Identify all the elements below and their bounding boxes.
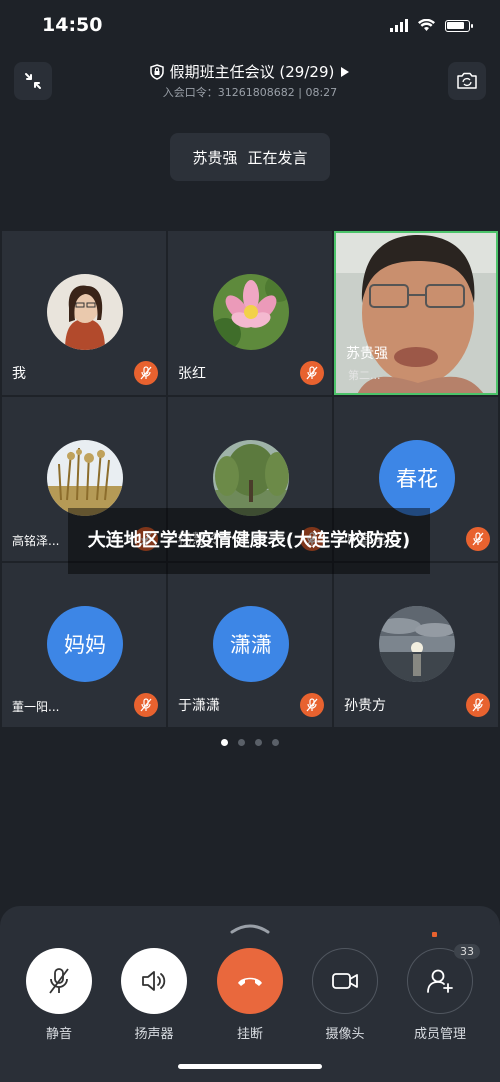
participant-name: 张红 bbox=[178, 366, 206, 382]
members-button[interactable]: 33 成员管理 bbox=[400, 944, 480, 1042]
participant-name: 孙贵方 bbox=[344, 698, 386, 714]
speaker-button[interactable]: 扬声器 bbox=[114, 948, 194, 1042]
muted-mic-icon bbox=[466, 527, 490, 551]
status-bar: 14:50 bbox=[0, 0, 500, 56]
speaker-label: 扬声器 bbox=[134, 1027, 174, 1042]
avatar bbox=[213, 274, 289, 350]
avatar: 潇潇 bbox=[213, 606, 289, 682]
participant-tile[interactable]: 我 bbox=[2, 231, 166, 395]
participant-name: 我 bbox=[12, 366, 26, 382]
meeting-title-row[interactable]: 假期班主任会议 (29/29) bbox=[0, 61, 500, 82]
video-camera-icon bbox=[332, 973, 358, 989]
participant-name: 高铭泽... bbox=[12, 534, 60, 548]
participant-name: 苏贵强 bbox=[346, 346, 388, 362]
participant-tile[interactable]: 孙贵方 bbox=[334, 563, 498, 727]
participant-tile[interactable]: 张红 bbox=[168, 231, 332, 395]
status-time: 14:50 bbox=[42, 14, 103, 36]
page-indicator[interactable] bbox=[0, 739, 500, 746]
avatar: 妈妈 bbox=[47, 606, 123, 682]
switch-camera-button[interactable] bbox=[448, 62, 486, 100]
expand-handle-icon[interactable] bbox=[228, 922, 272, 934]
play-arrow-icon bbox=[341, 66, 350, 77]
page-dot-active[interactable] bbox=[221, 739, 228, 746]
avatar bbox=[47, 440, 123, 516]
participant-name: 董一阳... bbox=[12, 700, 60, 714]
avatar bbox=[379, 606, 455, 682]
participant-name: 于潇潇 bbox=[178, 698, 220, 714]
muted-mic-icon bbox=[134, 693, 158, 717]
home-indicator[interactable] bbox=[178, 1064, 322, 1069]
wifi-icon bbox=[418, 19, 435, 31]
meeting-code: 入会口令：31261808682 | 08:27 bbox=[162, 86, 338, 99]
switch-camera-icon bbox=[457, 72, 477, 89]
control-panel: 静音 扬声器 挂断 摄像头 33 成员管理 bbox=[0, 906, 500, 1082]
page-dot[interactable] bbox=[255, 739, 262, 746]
hangup-label: 挂断 bbox=[236, 1027, 263, 1042]
hangup-button[interactable]: 挂断 bbox=[210, 948, 290, 1042]
meeting-header: 假期班主任会议 (29/29) 入会口令：31261808682 | 08:27 bbox=[0, 56, 500, 106]
active-speaker-indicator: 苏贵强 正在发言 bbox=[170, 133, 330, 181]
overlay-banner: 大连地区学生疫情健康表(大连学校防疫) bbox=[68, 508, 430, 574]
camera-button-circle[interactable] bbox=[312, 948, 378, 1014]
avatar: 春花 bbox=[379, 440, 455, 516]
camera-button[interactable]: 摄像头 bbox=[305, 948, 385, 1042]
page-dot[interactable] bbox=[238, 739, 245, 746]
muted-mic-icon bbox=[300, 693, 324, 717]
mute-button-circle[interactable] bbox=[26, 948, 92, 1014]
muted-mic-icon bbox=[134, 361, 158, 385]
mute-button[interactable]: 静音 bbox=[19, 948, 99, 1042]
avatar bbox=[213, 440, 289, 516]
hangup-button-circle[interactable] bbox=[217, 948, 283, 1014]
cellular-signal-icon bbox=[390, 19, 408, 32]
speaker-icon bbox=[142, 971, 166, 991]
active-speaker-name: 苏贵强 bbox=[192, 148, 238, 167]
mute-label: 静音 bbox=[45, 1027, 72, 1042]
notification-dot bbox=[432, 932, 437, 937]
participant-tile[interactable]: 妈妈 董一阳... bbox=[2, 563, 166, 727]
muted-mic-icon bbox=[300, 361, 324, 385]
camera-label: 摄像头 bbox=[325, 1027, 365, 1042]
hangup-phone-icon bbox=[238, 977, 262, 986]
speaker-button-circle[interactable] bbox=[121, 948, 187, 1014]
muted-mic-icon bbox=[49, 968, 69, 994]
members-label: 成员管理 bbox=[413, 1027, 466, 1042]
participant-tile-active-speaker[interactable]: 苏贵强 第二... bbox=[334, 231, 498, 395]
muted-mic-icon bbox=[466, 693, 490, 717]
avatar bbox=[47, 274, 123, 350]
active-speaker-status: 正在发言 bbox=[247, 148, 308, 167]
meeting-title: 假期班主任会议 (29/29) bbox=[169, 63, 335, 81]
add-user-icon bbox=[427, 969, 453, 993]
status-icons bbox=[390, 19, 473, 32]
battery-icon bbox=[445, 19, 473, 32]
participant-subtext: 第二... bbox=[348, 369, 381, 382]
lock-shield-icon bbox=[149, 63, 164, 80]
page-dot[interactable] bbox=[272, 739, 279, 746]
member-count-badge: 33 bbox=[454, 944, 480, 959]
participant-tile[interactable]: 潇潇 于潇潇 bbox=[168, 563, 332, 727]
